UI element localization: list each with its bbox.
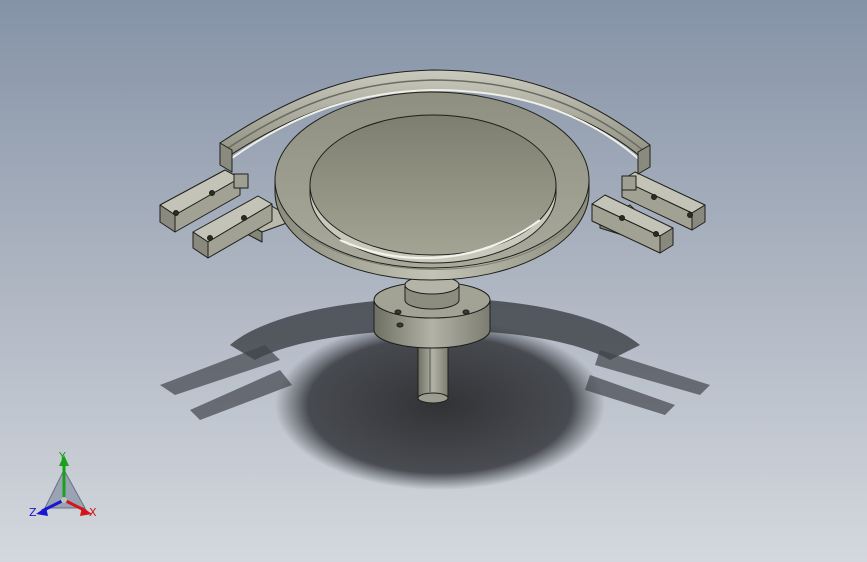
triad-x-label: X: [89, 506, 97, 519]
model-scene[interactable]: Y X Z: [0, 0, 867, 562]
bearing-hub[interactable]: [373, 275, 491, 349]
graphics-viewport[interactable]: Y X Z: [0, 0, 867, 562]
right-mounting-bracket[interactable]: [591, 171, 706, 254]
orientation-triad[interactable]: Y X Z: [29, 450, 97, 519]
triad-z-label: Z: [29, 506, 37, 519]
triad-origin: [61, 497, 67, 503]
triad-z-arrow-icon: [36, 507, 48, 516]
top-disc[interactable]: [309, 114, 557, 264]
triad-y-label: Y: [58, 450, 66, 463]
